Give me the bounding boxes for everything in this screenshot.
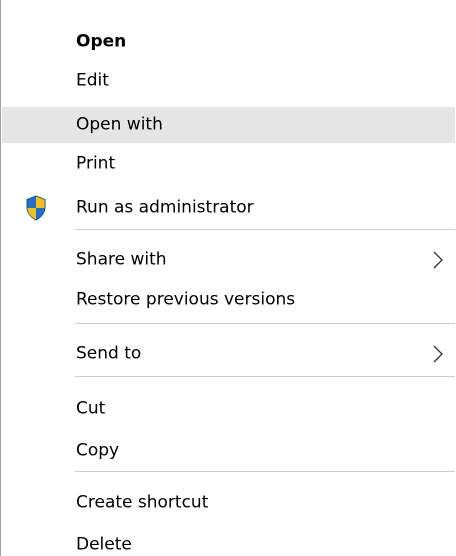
menu-item-restore-previous-versions[interactable]: Restore previous versions [2, 282, 455, 318]
menu-item-cut[interactable]: Cut [2, 391, 455, 427]
chevron-right-icon [432, 344, 444, 364]
menu-item-delete[interactable]: Delete [2, 527, 455, 556]
uac-shield-icon [25, 195, 47, 221]
menu-item-label: Cut [76, 398, 106, 419]
menu-item-label: Restore previous versions [76, 289, 296, 310]
menu-separator [75, 376, 455, 377]
menu-item-print[interactable]: Print [2, 146, 455, 182]
menu-item-label: Run as administrator [76, 197, 254, 218]
menu-item-open-with[interactable]: Open with [2, 107, 455, 143]
menu-item-open[interactable]: Open [2, 24, 455, 60]
menu-item-label: Copy [76, 440, 120, 461]
menu-separator [75, 471, 455, 472]
menu-item-share-with[interactable]: Share with [2, 242, 455, 278]
menu-item-run-as-administrator[interactable]: Run as administrator [2, 190, 455, 226]
menu-item-label: Print [76, 153, 116, 174]
menu-item-label: Delete [76, 534, 132, 555]
context-menu: Open Edit Open with Print Run as adminis… [0, 0, 455, 556]
menu-item-label: Open with [76, 114, 163, 135]
menu-item-label: Create shortcut [76, 492, 209, 513]
menu-item-label: Share with [76, 249, 167, 270]
menu-item-edit[interactable]: Edit [2, 63, 455, 99]
menu-item-label: Open [76, 31, 127, 52]
menu-item-label: Edit [76, 70, 109, 91]
menu-separator [75, 229, 455, 230]
menu-separator [75, 323, 455, 324]
chevron-right-icon [432, 250, 444, 270]
menu-item-create-shortcut[interactable]: Create shortcut [2, 485, 455, 521]
menu-item-send-to[interactable]: Send to [2, 336, 455, 372]
menu-item-copy[interactable]: Copy [2, 433, 455, 469]
menu-item-label: Send to [76, 343, 142, 364]
